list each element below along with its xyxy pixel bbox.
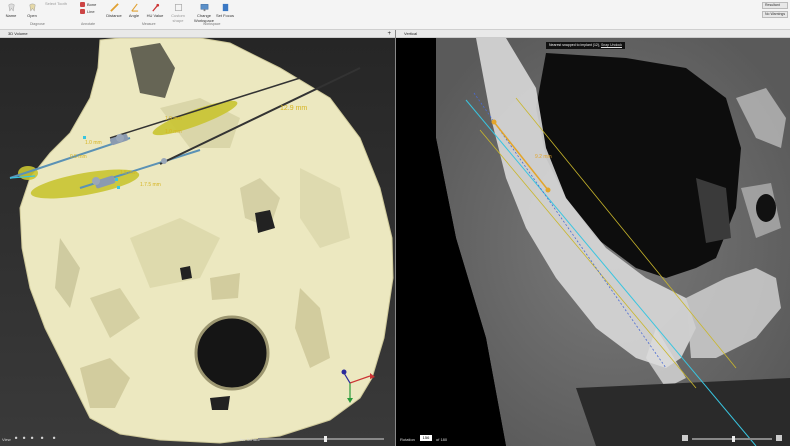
rotation-label: Rotation bbox=[400, 437, 415, 442]
hu-value-button[interactable]: HU Value bbox=[145, 3, 165, 18]
ribbon-toolbar: Name Open Select Tooth Diagnose Bone Lin… bbox=[0, 0, 790, 30]
group-diagnose-label: Diagnose bbox=[30, 22, 45, 26]
3d-volume-viewport[interactable]: 1.0 mm 12.9 mm 0.5 mm 1.9 mm 1.0 mm 1.7.… bbox=[0, 38, 395, 446]
slider-thumb[interactable] bbox=[324, 436, 327, 442]
no-warnings-box[interactable]: No Warnings bbox=[762, 11, 788, 18]
pin-icon bbox=[151, 3, 159, 12]
skull-top-icon[interactable]: ☻ bbox=[30, 435, 34, 440]
line-icon bbox=[80, 9, 85, 14]
custom-shape-button[interactable]: Custom shape bbox=[167, 3, 189, 23]
name-button[interactable]: Name bbox=[3, 3, 19, 18]
set-focus-button[interactable]: Set Focus bbox=[216, 3, 234, 18]
skull-back-icon[interactable]: ☻ bbox=[40, 435, 44, 440]
skull-side-icon[interactable]: ☻ bbox=[22, 435, 26, 440]
zoom-out-button[interactable] bbox=[682, 435, 688, 441]
select-tooth-button[interactable]: Select Tooth bbox=[43, 1, 69, 6]
focus-icon bbox=[222, 3, 228, 12]
right-panel-title: Vertical bbox=[404, 31, 418, 36]
resultant-box[interactable]: Resultant bbox=[762, 2, 788, 9]
skull-3d-render: 1.0 mm 12.9 mm 0.5 mm 1.9 mm 1.0 mm 1.7.… bbox=[9, 38, 394, 444]
ct-slice-render: 9.2 mm bbox=[396, 38, 790, 446]
zoom-in-button[interactable] bbox=[776, 435, 782, 441]
bone-icon bbox=[80, 2, 85, 7]
skull-bottom-icon[interactable]: ☻ bbox=[52, 435, 56, 440]
right-panel-header: Vertical bbox=[396, 30, 790, 38]
maximize-icon[interactable]: + bbox=[387, 30, 391, 38]
left-view-toolbar: View ☻ ☻ ☻ ☻ ☻ Iso Surface bbox=[0, 432, 395, 446]
measurement-label: 0.5 mm bbox=[70, 154, 87, 160]
bone-button[interactable]: Bone bbox=[80, 2, 96, 7]
tooth-icon bbox=[8, 3, 14, 12]
zoom-slider[interactable] bbox=[692, 436, 772, 442]
group-workspace-label: Workspace bbox=[203, 22, 221, 26]
rotation-input[interactable]: 156 bbox=[420, 435, 432, 441]
open-button[interactable]: Open bbox=[24, 3, 40, 18]
tooth-icon bbox=[29, 3, 35, 12]
slider-thumb[interactable] bbox=[732, 436, 735, 442]
line-button[interactable]: Line bbox=[80, 9, 95, 14]
vertical-measurement-label: 9.2 mm bbox=[535, 154, 552, 160]
rotation-total: of 180 bbox=[436, 437, 448, 442]
iso-surface-slider[interactable] bbox=[258, 436, 384, 442]
measurement-label: 1.0 mm bbox=[85, 140, 102, 146]
ruler-icon bbox=[109, 3, 119, 12]
measurement-label: 1.5 mm bbox=[120, 170, 137, 176]
group-measure-label: Measure bbox=[142, 22, 156, 26]
angle-button[interactable]: Angle bbox=[126, 3, 142, 18]
group-annotate-label: Annotate bbox=[81, 22, 96, 26]
change-workspace-button[interactable]: Change Workspace bbox=[192, 3, 216, 23]
view-label: View bbox=[2, 437, 11, 442]
measurement-label: 1.0 mm bbox=[165, 129, 182, 135]
right-view-toolbar: Rotation 156 of 180 bbox=[396, 432, 790, 446]
left-panel-title: 3D Volume bbox=[8, 31, 28, 36]
measurement-label: 1.9 mm bbox=[165, 116, 182, 122]
skull-front-icon[interactable]: ☻ bbox=[14, 435, 18, 440]
monitor-icon bbox=[200, 4, 208, 12]
vertical-slice-viewport[interactable]: 9.2 mm bbox=[396, 38, 790, 446]
measurement-label: 12.9 mm bbox=[280, 105, 307, 112]
measurement-label: 1.7.5 mm bbox=[140, 182, 161, 188]
snap-undock-link[interactable]: Snap Undock bbox=[601, 43, 622, 47]
snap-tooltip: Nearest snapped to implant (12), Snap Un… bbox=[546, 42, 625, 49]
left-panel-header: 3D Volume + bbox=[0, 30, 395, 38]
shape-icon bbox=[174, 3, 182, 12]
angle-icon bbox=[130, 3, 138, 12]
distance-button[interactable]: Distance bbox=[104, 3, 124, 18]
